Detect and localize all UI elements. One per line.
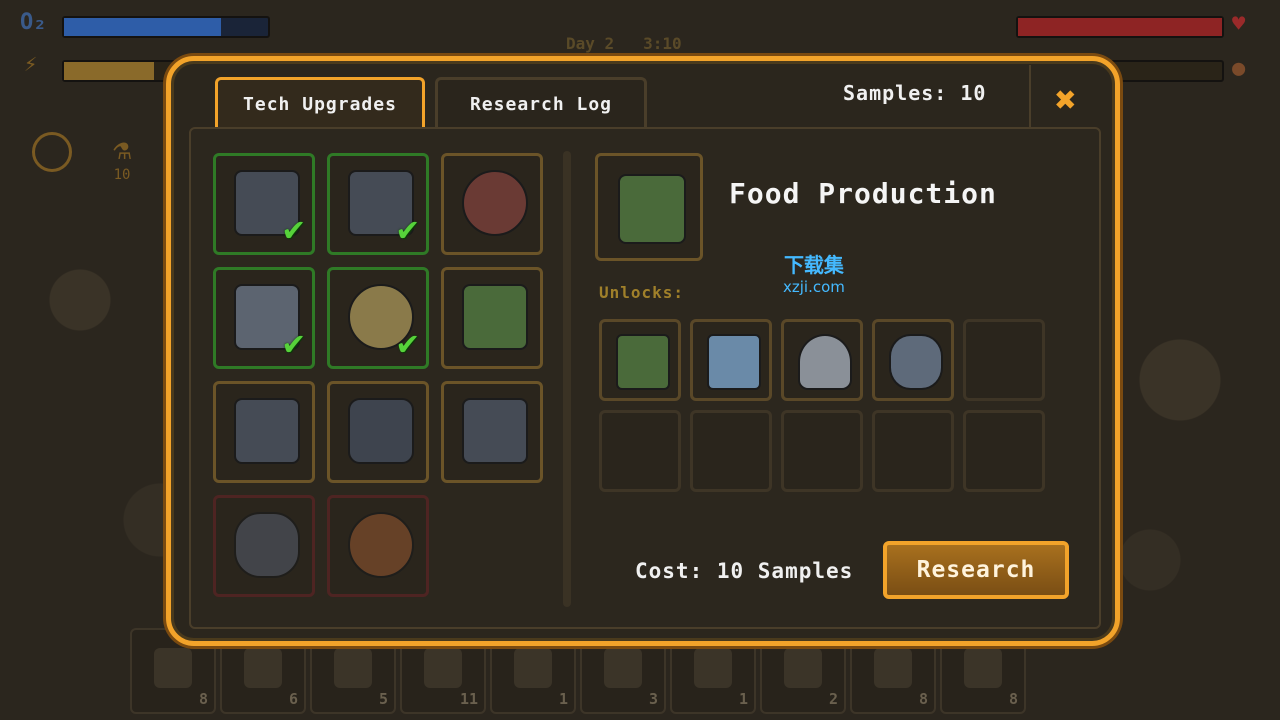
day-label: Day 2 [566, 34, 615, 53]
metal-plate-icon [244, 648, 282, 688]
unlock-slot-empty [781, 410, 863, 492]
shovel-icon [154, 648, 192, 688]
compass-icon[interactable] [32, 132, 72, 172]
checkmark-icon: ✔ [283, 209, 304, 249]
planter-icon [618, 174, 686, 244]
unlock-slot-empty [690, 410, 772, 492]
circuit-board-icon [514, 648, 552, 688]
gear-icon [604, 648, 642, 688]
side-samples-count: 10 [113, 167, 131, 183]
unlock-slot-planter-box[interactable] [599, 319, 681, 401]
toolbar-slot-count: 8 [198, 690, 208, 708]
helmet-icon [348, 512, 414, 578]
crystal-ore-icon [964, 648, 1002, 688]
radio-beacon-icon [234, 398, 300, 464]
checkmark-icon: ✔ [283, 323, 304, 363]
tech-tile-cooling-fan[interactable] [441, 153, 543, 255]
tech-upgrade-grid: ✔ ✔ ✔ ✔ [213, 153, 543, 597]
toolbar-slot-count: 1 [738, 690, 748, 708]
health-bar-fill [1018, 18, 1222, 36]
planter-box-icon [616, 334, 670, 390]
checkmark-icon: ✔ [397, 323, 418, 363]
toolbar-slot-count: 5 [378, 690, 388, 708]
water-tank-icon [707, 334, 761, 390]
cooking-dish-icon [798, 334, 852, 390]
energy-bar-fill [64, 62, 154, 80]
tech-tile-radio-beacon[interactable] [213, 381, 315, 483]
tech-tile-rover[interactable] [327, 381, 429, 483]
oxygen-icon: O₂ [20, 10, 47, 35]
stone-icon [874, 648, 912, 688]
meat-icon: ● [1232, 56, 1246, 81]
close-icon: ✖ [1055, 80, 1077, 121]
rover-icon [348, 398, 414, 464]
tab-research-log[interactable]: Research Log [435, 77, 647, 128]
toolbar-slot-count: 11 [459, 690, 478, 708]
tech-tile-recycler-machine[interactable] [441, 381, 543, 483]
tech-tile-solar-panel[interactable]: ✔ [327, 153, 429, 255]
rock-pile-icon [334, 648, 372, 688]
day-time-display: Day 2 3:10 [566, 34, 682, 53]
unlock-slot-water-pump[interactable] [872, 319, 954, 401]
tech-tile-storage-chest[interactable]: ✔ [213, 153, 315, 255]
header-divider [1029, 65, 1031, 129]
research-modal: Tech Upgrades Research Log Samples: 10 ✖… [166, 56, 1120, 646]
unlock-slot-empty [963, 319, 1045, 401]
unlocks-label: Unlocks: [599, 283, 685, 302]
oxygen-bar [62, 16, 270, 38]
water-pump-icon [889, 334, 943, 390]
tech-tile-food-dishes[interactable]: ✔ [327, 267, 429, 369]
drone-icon [234, 512, 300, 578]
selected-tech-title: Food Production [729, 177, 997, 210]
samples-count: Samples: 10 [843, 81, 987, 105]
checkmark-icon: ✔ [397, 209, 418, 249]
tech-tile-helmet[interactable] [327, 495, 429, 597]
research-button[interactable]: Research [883, 541, 1069, 599]
selected-tech-icon [595, 153, 703, 261]
recycler-machine-icon [462, 398, 528, 464]
tech-tile-food-production[interactable] [441, 267, 543, 369]
close-button[interactable]: ✖ [1055, 83, 1077, 119]
gravel-icon [424, 648, 462, 688]
toolbar-slot-count: 1 [558, 690, 568, 708]
energy-icon: ⚡ [24, 52, 38, 77]
unlock-slot-empty [872, 410, 954, 492]
watermark-bottom: xzji.com [783, 278, 845, 296]
time-label: 3:10 [643, 34, 682, 53]
toolbar-slot-count: 8 [918, 690, 928, 708]
toolbar-slot-count: 3 [648, 690, 658, 708]
panel-scrollbar[interactable] [563, 151, 571, 607]
toolbar-slot-count: 8 [1008, 690, 1018, 708]
tab-tech-upgrades[interactable]: Tech Upgrades [215, 77, 425, 128]
research-cost: Cost: 10 Samples [635, 559, 854, 583]
unlock-slot-empty [599, 410, 681, 492]
toolbar-slot-count: 2 [828, 690, 838, 708]
toolbar-slot-count: 6 [288, 690, 298, 708]
watermark-top: 下载集 [783, 253, 844, 277]
tech-tile-drone[interactable] [213, 495, 315, 597]
unlock-slot-cooking-dish[interactable] [781, 319, 863, 401]
health-bar [1016, 16, 1224, 38]
unlock-slot-water-tank[interactable] [690, 319, 772, 401]
metal-bar-icon [784, 648, 822, 688]
unlock-slot-empty [963, 410, 1045, 492]
watermark: 下载集 xzji.com [783, 249, 845, 296]
plant-icon [694, 648, 732, 688]
cooling-fan-icon [462, 170, 528, 236]
unlocks-grid [599, 319, 1045, 492]
flask-icon[interactable]: ⚗ 10 [104, 132, 140, 192]
heart-icon: ♥ [1232, 12, 1246, 37]
tech-tile-container[interactable]: ✔ [213, 267, 315, 369]
food-production-icon [462, 284, 528, 350]
oxygen-bar-fill [64, 18, 222, 36]
